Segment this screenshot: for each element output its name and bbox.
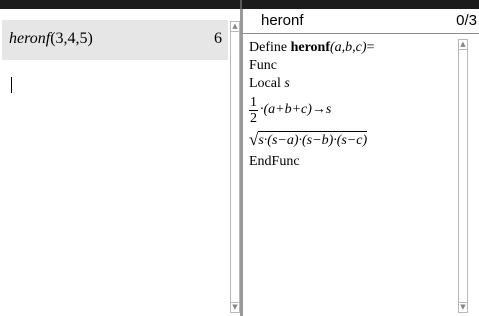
define-equals: = [366,40,375,55]
history-expression: heronf(3,4,5) [9,30,93,48]
history-arguments: (3,4,5) [50,30,93,47]
program-editor-pane[interactable]: heronf 0/3 Define heronf(a,b,c)= Func Lo… [243,9,479,316]
func-keyword: Func [249,58,277,73]
assignment-line[interactable]: 1 2 ·(a+b+c)→s [249,93,455,127]
editor-scrollbar[interactable]: ▲ ▼ [458,39,468,313]
text-cursor[interactable] [11,77,12,93]
assignment-expression: ·(a+b+c)→s [260,102,332,117]
history-function-name: heronf [9,30,51,47]
scroll-down-icon[interactable]: ▼ [231,302,239,312]
history-result: 6 [214,30,222,47]
fraction-numerator: 1 [249,94,258,111]
sqrt-line[interactable]: √ s·(s−a)·(s−b)·(s−c) [249,127,455,153]
define-line[interactable]: Define heronf(a,b,c)= [249,39,455,57]
endfunc-keyword: EndFunc [249,154,300,169]
endfunc-line[interactable]: EndFunc [249,153,455,171]
local-variable: s [284,76,290,91]
app-top-bar [0,0,479,9]
half-fraction: 1 2 [249,95,258,126]
func-line[interactable]: Func [249,57,455,75]
sqrt-icon: √ [249,130,259,149]
line-counter: 0/3 [456,12,477,29]
function-params: (a,b,c) [330,40,367,55]
fraction-denominator: 2 [250,110,257,126]
editor-header: heronf 0/3 [243,11,479,34]
function-name: heronf [290,40,331,55]
sqrt-radicand: s·(s−a)·(s−b)·(s−c) [258,131,368,148]
local-keyword: Local [249,76,285,91]
scroll-up-icon[interactable]: ▲ [231,22,239,32]
local-line[interactable]: Local s [249,75,455,93]
scroll-down-icon[interactable]: ▼ [459,302,467,312]
calculator-pane[interactable]: heronf(3,4,5) 6 ▲ ▼ [0,9,240,316]
editor-body[interactable]: Define heronf(a,b,c)= Func Local s 1 2 ·… [249,39,455,171]
scroll-up-icon[interactable]: ▲ [459,40,467,50]
program-name: heronf [261,12,304,29]
calculator-scrollbar[interactable]: ▲ ▼ [230,21,240,313]
define-keyword: Define [249,40,291,55]
top-bar-separator [240,0,242,9]
history-entry[interactable]: heronf(3,4,5) 6 [2,20,228,60]
